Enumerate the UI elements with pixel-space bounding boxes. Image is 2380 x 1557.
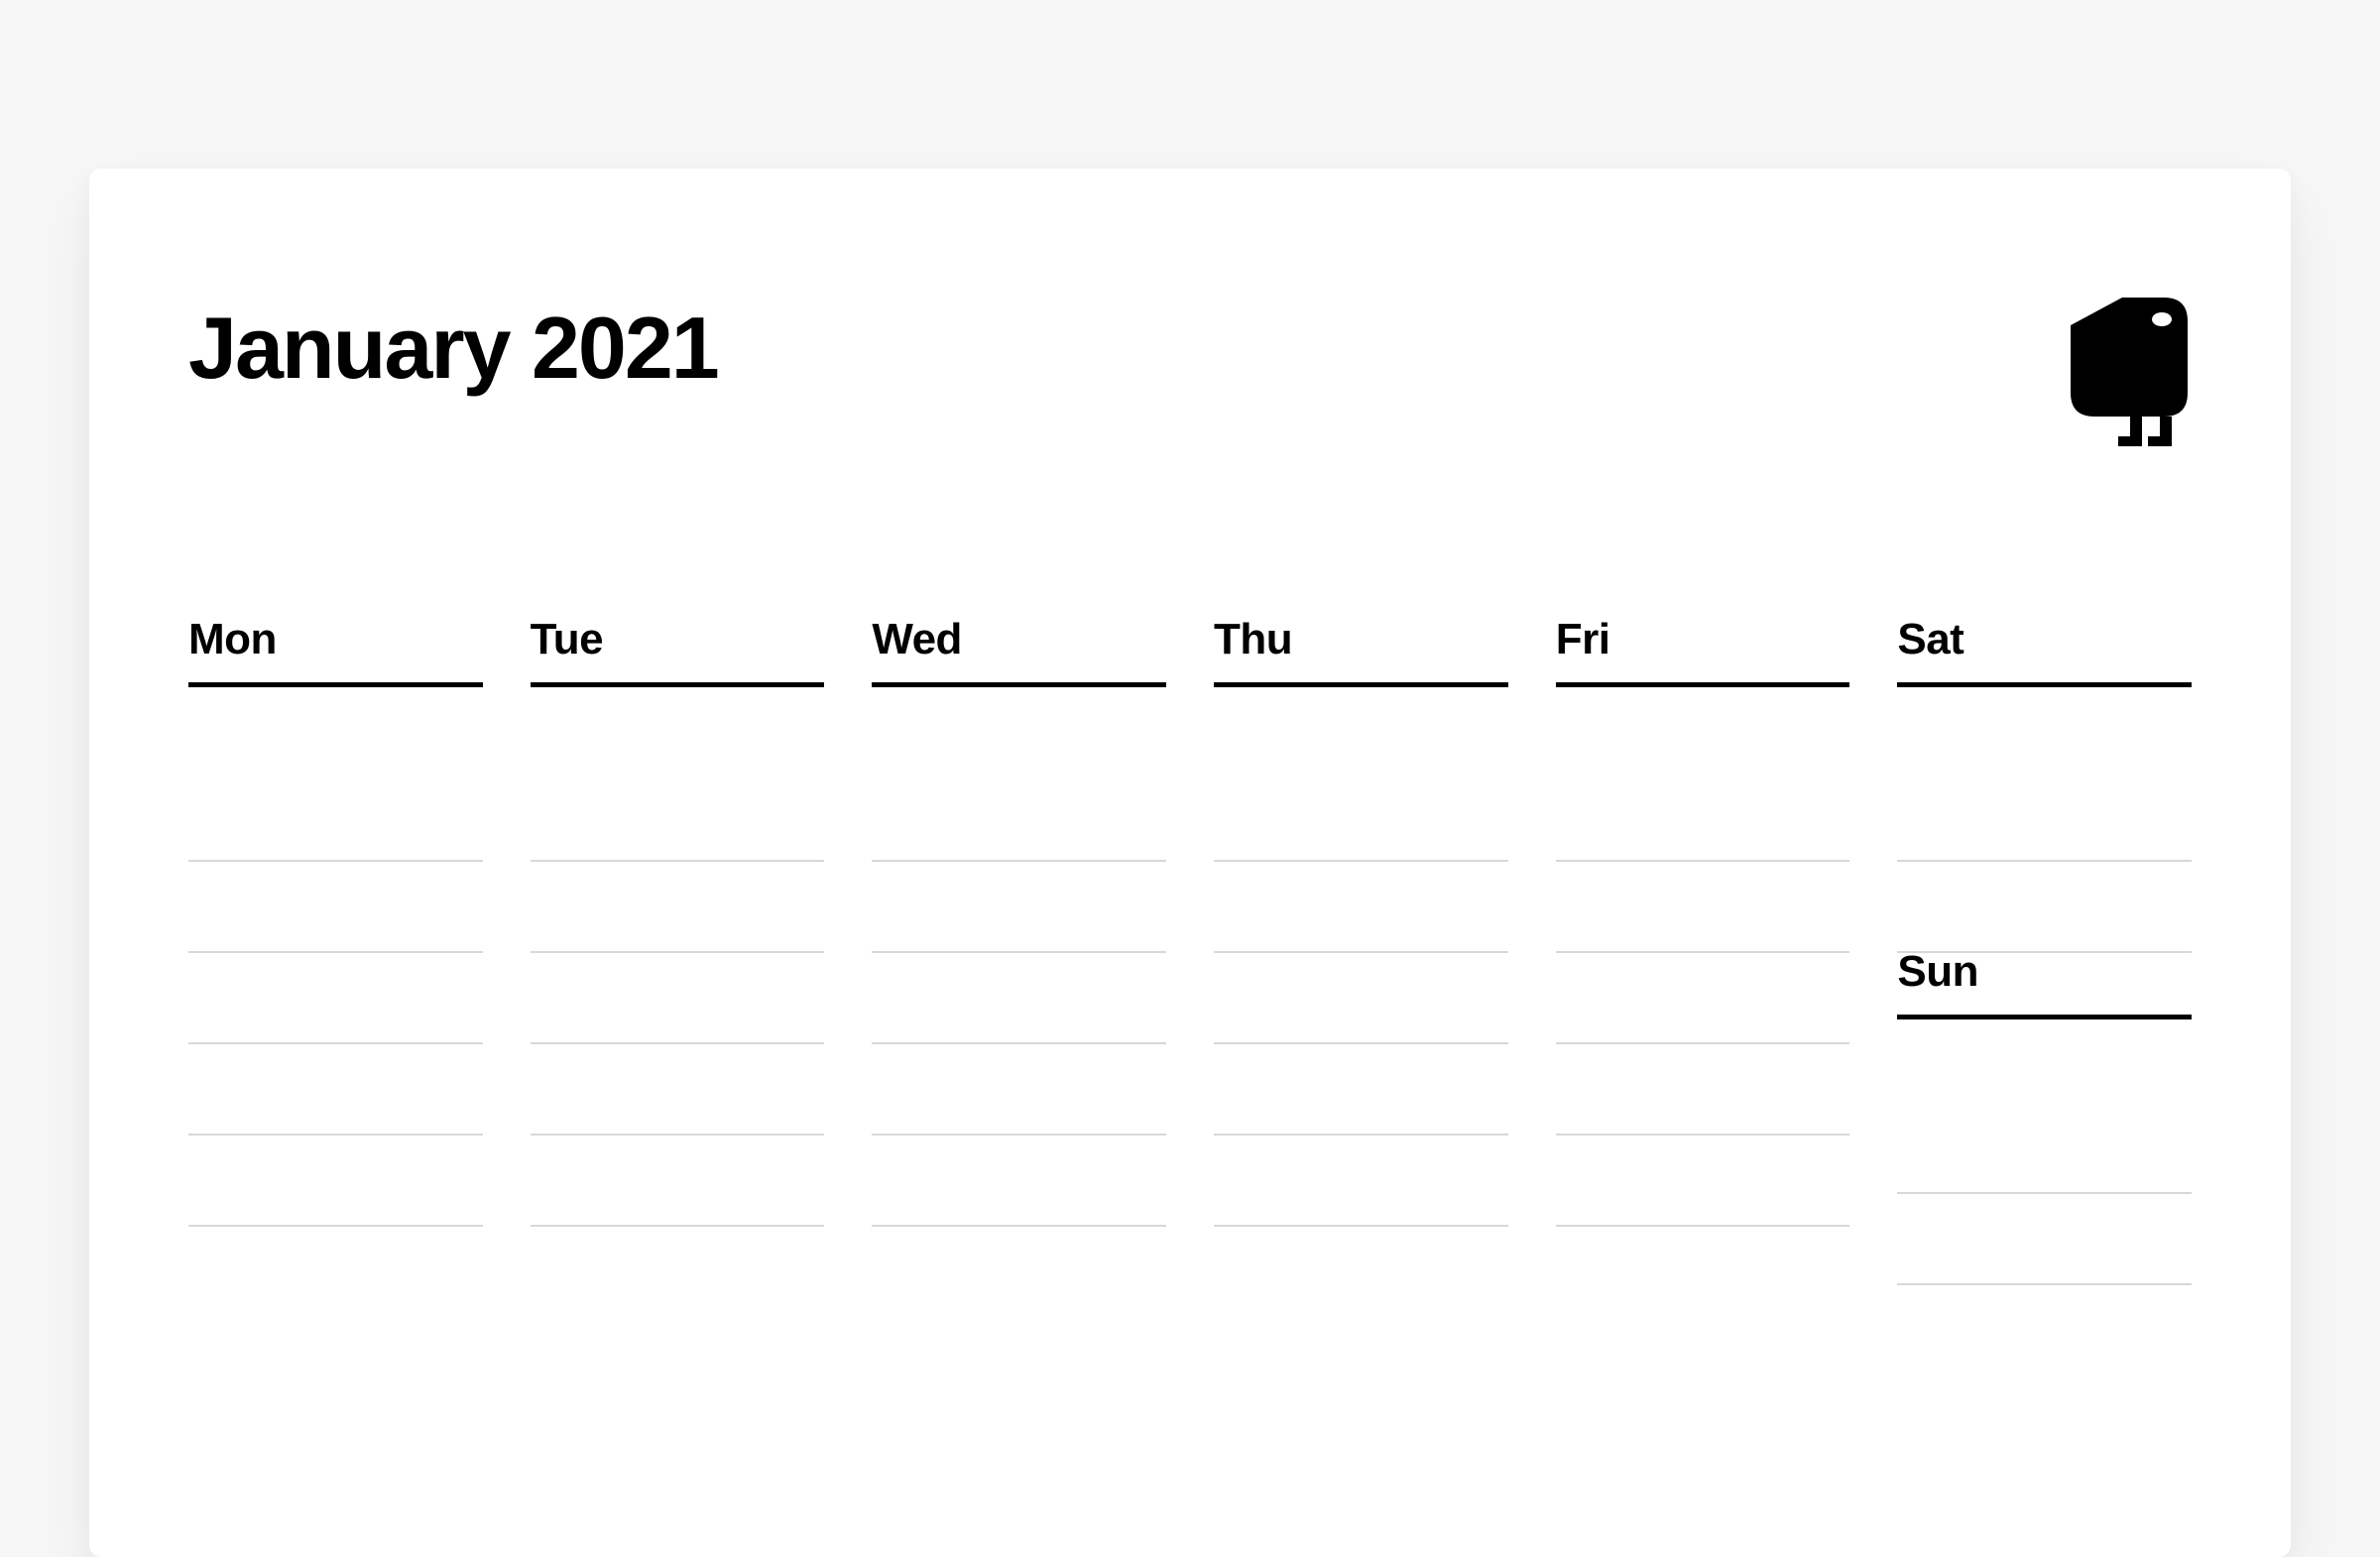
- writing-line: [188, 953, 483, 1044]
- writing-line: [1897, 771, 2192, 862]
- writing-line: [1897, 1194, 2192, 1285]
- bird-logo-icon: [2063, 298, 2192, 446]
- day-label-sun: Sun: [1897, 947, 2192, 1019]
- col-wed: Wed: [872, 615, 1166, 1285]
- writing-line: [531, 862, 825, 953]
- writing-line: [1897, 1103, 2192, 1194]
- col-mon: Mon: [188, 615, 483, 1285]
- page-title: January 2021: [188, 298, 718, 399]
- writing-line: [1556, 771, 1850, 862]
- writing-line: [872, 862, 1166, 953]
- writing-line: [872, 771, 1166, 862]
- writing-line: [872, 1044, 1166, 1136]
- col-fri: Fri: [1556, 615, 1850, 1285]
- writing-line: [1214, 1136, 1508, 1227]
- writing-line: [872, 953, 1166, 1044]
- day-label-mon: Mon: [188, 615, 483, 687]
- writing-line: [188, 1136, 483, 1227]
- writing-line: [1556, 862, 1850, 953]
- writing-line: [1556, 953, 1850, 1044]
- weekday-grid: Mon Tue Wed Thu: [188, 615, 2192, 1285]
- writing-line: [1897, 862, 2192, 953]
- day-label-wed: Wed: [872, 615, 1166, 687]
- writing-line: [188, 1044, 483, 1136]
- day-label-thu: Thu: [1214, 615, 1508, 687]
- header: January 2021: [188, 298, 2192, 446]
- writing-line: [531, 1136, 825, 1227]
- writing-line: [1214, 862, 1508, 953]
- calendar-card: January 2021 Mon: [89, 169, 2291, 1557]
- writing-line: [531, 771, 825, 862]
- writing-line: [872, 1136, 1166, 1227]
- writing-line: [188, 771, 483, 862]
- day-label-sat: Sat: [1897, 615, 2192, 687]
- writing-line: [1556, 1136, 1850, 1227]
- writing-line: [1214, 953, 1508, 1044]
- writing-line: [531, 1044, 825, 1136]
- writing-line: [1214, 1044, 1508, 1136]
- writing-line: [1556, 1044, 1850, 1136]
- writing-line: [1214, 771, 1508, 862]
- col-weekend: Sat Sun: [1897, 615, 2192, 1285]
- writing-line: [188, 862, 483, 953]
- col-thu: Thu: [1214, 615, 1508, 1285]
- writing-line: [531, 953, 825, 1044]
- day-label-fri: Fri: [1556, 615, 1850, 687]
- col-tue: Tue: [531, 615, 825, 1285]
- day-label-tue: Tue: [531, 615, 825, 687]
